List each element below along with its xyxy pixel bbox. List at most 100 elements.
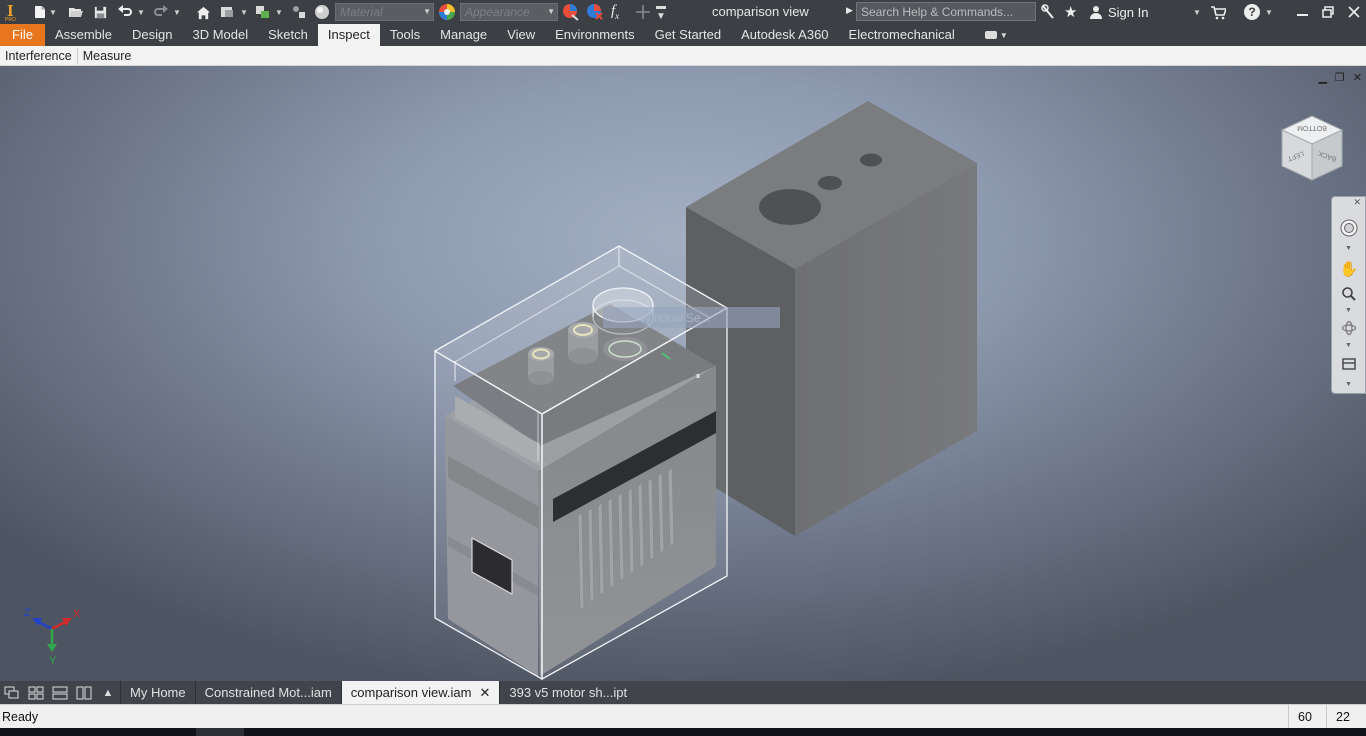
chevron-down-icon[interactable]: ▼ xyxy=(1345,245,1352,252)
doc-tab-comparison-view[interactable]: comparison view.iam ✕ xyxy=(340,681,500,704)
ribbon-panel-bar: Interference Measure xyxy=(0,46,1366,66)
doc-tab-motor-shaft[interactable]: 393 v5 motor sh...ipt xyxy=(499,681,636,704)
star-icon: ★ xyxy=(1064,4,1078,21)
panel-interference[interactable]: Interference xyxy=(0,47,78,64)
sign-in-dropdown[interactable]: ▼ xyxy=(1192,0,1201,24)
taskbar-app-item[interactable] xyxy=(196,728,244,736)
steering-wheel-icon xyxy=(1340,219,1358,237)
doc-tab-constrained-motion[interactable]: Constrained Mot...iam xyxy=(194,681,341,704)
tab-sketch[interactable]: Sketch xyxy=(258,24,318,46)
open-document-count: 22 xyxy=(1326,705,1366,729)
app-logo[interactable]: I PRO xyxy=(0,0,24,24)
navbar-close-icon[interactable]: ✕ xyxy=(1353,197,1361,208)
doc-tab-label: comparison view.iam xyxy=(350,685,472,700)
restore-window-button[interactable] xyxy=(1322,0,1334,24)
tile-vertical-icon xyxy=(76,686,92,699)
chevron-down-icon[interactable]: ▼ xyxy=(1345,307,1352,314)
tab-assemble[interactable]: Assemble xyxy=(45,24,122,46)
tab-electromechanical[interactable]: Electromechanical xyxy=(839,24,965,46)
tile-windows-button[interactable] xyxy=(24,681,48,704)
redo-button[interactable]: ▼ xyxy=(153,0,181,24)
tab-environments[interactable]: Environments xyxy=(545,24,644,46)
chevron-down-icon[interactable]: ▼ xyxy=(1345,342,1352,349)
zoom-button[interactable] xyxy=(1340,285,1358,303)
tab-inspect[interactable]: Inspect xyxy=(317,24,380,46)
status-bar: Ready 60 22 xyxy=(0,704,1366,729)
tab-3d-model[interactable]: 3D Model xyxy=(183,24,259,46)
function-fx-icon: fx xyxy=(611,3,620,21)
document-tab-bar: ▲ My Home Constrained Mot...iam comparis… xyxy=(0,681,1366,704)
adjust-appearance-button[interactable] xyxy=(562,0,580,24)
material-placeholder: Material xyxy=(340,5,383,19)
panel-measure[interactable]: Measure xyxy=(78,48,137,64)
chevron-down-icon: ▼ xyxy=(999,31,1008,40)
undo-button[interactable]: ▼ xyxy=(117,0,145,24)
favorites-button[interactable]: ★ xyxy=(1064,0,1077,24)
appearance-icon-button[interactable] xyxy=(438,0,456,24)
model-scene[interactable]: Window Se... xyxy=(0,66,1366,681)
tile-vertical-button[interactable] xyxy=(72,681,96,704)
document-list-button[interactable]: ▲ xyxy=(96,681,120,704)
tab-tools[interactable]: Tools xyxy=(380,24,430,46)
customize-dropdown-icon: ▬ ▼ xyxy=(656,1,666,22)
close-icon xyxy=(1348,6,1360,18)
viewport-minimize-icon[interactable]: ▁ xyxy=(1318,71,1326,84)
viewcube[interactable]: BOTTOM LEFT BACK xyxy=(1276,110,1348,184)
tile-horizontal-button[interactable] xyxy=(48,681,72,704)
chevron-down-icon[interactable]: ▼ xyxy=(1345,381,1352,388)
chevron-down-icon: ▼ xyxy=(1193,7,1201,17)
viewport-close-icon[interactable]: ✕ xyxy=(1353,71,1362,84)
tab-file[interactable]: File xyxy=(0,24,45,46)
customize-toolbar-button[interactable]: ▬ ▼ xyxy=(656,0,666,24)
viewport-restore-icon[interactable]: ❐ xyxy=(1335,71,1345,84)
parameters-button[interactable]: fx xyxy=(611,0,619,24)
steering-wheel-button[interactable] xyxy=(1340,219,1358,237)
ilogic-button[interactable] xyxy=(291,0,307,24)
undo-icon xyxy=(118,5,132,16)
appearance-dropdown[interactable]: Appearance ▼ xyxy=(460,3,558,21)
status-text: Ready xyxy=(2,710,39,724)
save-icon xyxy=(94,6,107,18)
update-button[interactable]: ▼ xyxy=(219,0,248,24)
close-tab-icon[interactable]: ✕ xyxy=(479,681,490,704)
open-button[interactable] xyxy=(68,0,84,24)
new-file-icon xyxy=(35,6,45,18)
measure-quick-button[interactable] xyxy=(635,0,651,24)
orbit-button[interactable] xyxy=(1340,319,1358,337)
clear-appearance-button[interactable] xyxy=(586,0,604,24)
look-at-button[interactable] xyxy=(1340,355,1358,373)
doc-tab-my-home[interactable]: My Home xyxy=(120,681,195,704)
orbit-icon xyxy=(1341,320,1357,336)
tab-get-started[interactable]: Get Started xyxy=(645,24,731,46)
close-window-button[interactable] xyxy=(1348,0,1360,24)
tab-view[interactable]: View xyxy=(497,24,545,46)
minimize-window-button[interactable] xyxy=(1297,0,1308,24)
color-wheel-icon xyxy=(439,4,455,20)
select-priority-button[interactable]: ▼ xyxy=(255,0,283,24)
hand-pan-icon: ✋ xyxy=(1339,261,1359,278)
visual-style-button[interactable] xyxy=(314,0,330,24)
sign-in-button[interactable]: Sign In xyxy=(1089,0,1148,24)
help-button[interactable]: ? ▼ xyxy=(1244,0,1273,24)
save-button[interactable] xyxy=(93,0,108,24)
tab-design[interactable]: Design xyxy=(122,24,182,46)
triangle-up-icon: ▲ xyxy=(102,686,114,699)
search-tools-button[interactable] xyxy=(1041,0,1055,24)
viewcube-face-bottom[interactable]: BOTTOM xyxy=(1297,124,1327,131)
viewport-window-controls: ▁ ❐ ✕ xyxy=(1318,71,1362,84)
z-axis-label: Z xyxy=(24,607,31,619)
graphics-viewport[interactable]: Window Se... ▁ ❐ ✕ BOTTOM LEFT BACK ✕ ▼ … xyxy=(0,66,1366,681)
autodesk-store-button[interactable] xyxy=(1210,0,1226,24)
edition-badge: PRO xyxy=(5,17,16,23)
new-button[interactable]: ▼ xyxy=(32,0,57,24)
tab-autodesk-a360[interactable]: Autodesk A360 xyxy=(731,24,838,46)
search-expand-icon[interactable]: ▶ xyxy=(846,5,853,16)
tab-manage[interactable]: Manage xyxy=(430,24,497,46)
home-view-button[interactable] xyxy=(196,0,211,24)
binoculars-icon xyxy=(1041,4,1054,19)
ribbon-display-options-button[interactable]: ▼ xyxy=(984,24,1008,46)
material-dropdown[interactable]: Material ▼ xyxy=(335,3,434,21)
cascade-windows-button[interactable] xyxy=(0,681,24,704)
search-input[interactable]: Search Help & Commands... xyxy=(856,2,1036,21)
pan-button[interactable]: ✋ xyxy=(1339,260,1359,278)
